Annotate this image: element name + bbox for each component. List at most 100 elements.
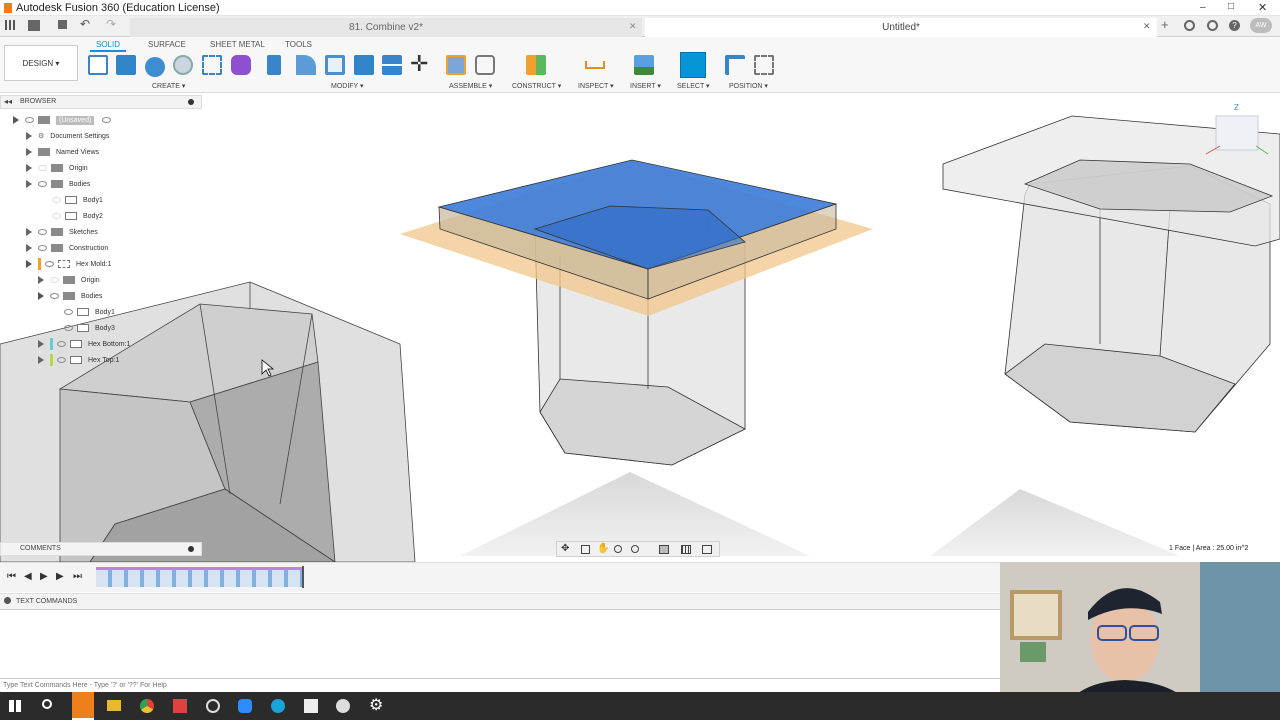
- eye-icon[interactable]: [38, 165, 47, 171]
- eye-icon[interactable]: [57, 341, 66, 347]
- look-at-icon[interactable]: [581, 545, 590, 554]
- create-menu[interactable]: CREATE ▾: [152, 82, 185, 90]
- assemble-menu[interactable]: ASSEMBLE ▾: [449, 82, 492, 90]
- shell-icon[interactable]: [325, 55, 345, 75]
- tree-item[interactable]: Hex Bottom:1: [0, 336, 202, 352]
- tree-item[interactable]: Named Views: [0, 144, 202, 160]
- tree-item[interactable]: Origin: [0, 160, 202, 176]
- pin-icon[interactable]: [188, 546, 194, 552]
- windows-start-icon[interactable]: [9, 700, 21, 712]
- hole-icon[interactable]: [173, 55, 193, 75]
- tree-item[interactable]: Body3: [0, 320, 202, 336]
- play-icon[interactable]: ▶: [40, 571, 48, 582]
- step-forward-icon[interactable]: ▶: [56, 571, 64, 582]
- extrude-icon[interactable]: [116, 55, 136, 75]
- select-menu[interactable]: SELECT ▾: [677, 82, 710, 90]
- hex-prism-right[interactable]: [942, 115, 1280, 433]
- tree-item[interactable]: Hex Mold:1: [0, 256, 202, 272]
- timeline-features[interactable]: [96, 567, 302, 587]
- viewports-icon[interactable]: [702, 545, 712, 554]
- pattern-icon[interactable]: [202, 55, 222, 75]
- eye-icon[interactable]: [38, 229, 47, 235]
- pin-icon[interactable]: [188, 99, 194, 105]
- display-settings-icon[interactable]: [659, 545, 669, 554]
- search-icon[interactable]: [42, 699, 52, 709]
- app-icon[interactable]: [336, 699, 350, 713]
- tree-item[interactable]: Sketches: [0, 224, 202, 240]
- eye-icon[interactable]: [52, 213, 61, 219]
- expand-icon[interactable]: [13, 116, 19, 124]
- maximize-button[interactable]: □: [1228, 1, 1242, 13]
- file-explorer-icon[interactable]: [107, 700, 121, 711]
- fusion-taskbar-icon[interactable]: [72, 692, 94, 720]
- expand-icon[interactable]: [26, 228, 32, 236]
- tree-item[interactable]: Origin: [0, 272, 202, 288]
- tree-item[interactable]: Body1: [0, 304, 202, 320]
- browser-panel-header[interactable]: ◂◂ BROWSER: [0, 95, 202, 109]
- select-tool-button[interactable]: [680, 52, 706, 78]
- tree-item[interactable]: Bodies: [0, 176, 202, 192]
- tab-tools[interactable]: TOOLS: [285, 40, 312, 49]
- capture-position-icon[interactable]: [754, 55, 774, 75]
- insert-menu[interactable]: INSERT ▾: [630, 82, 661, 90]
- app-icon[interactable]: [271, 699, 285, 713]
- expand-icon[interactable]: [38, 292, 44, 300]
- zoom-app-icon[interactable]: [238, 699, 252, 713]
- job-status-icon[interactable]: [1184, 20, 1195, 31]
- go-to-start-icon[interactable]: ⏮: [7, 571, 16, 582]
- eye-icon[interactable]: [52, 197, 61, 203]
- orbit-icon[interactable]: ✥: [561, 543, 569, 554]
- tree-item[interactable]: Construction: [0, 240, 202, 256]
- close-tab-icon[interactable]: ✕: [1143, 21, 1151, 32]
- comments-panel-header[interactable]: COMMENTS: [0, 542, 202, 556]
- pan-icon[interactable]: ✋: [597, 543, 609, 554]
- chrome-icon[interactable]: [140, 699, 154, 713]
- expand-icon[interactable]: [26, 260, 32, 268]
- inspect-menu[interactable]: INSPECT ▾: [578, 82, 614, 90]
- joint-icon[interactable]: [475, 55, 495, 75]
- activate-radio-icon[interactable]: [102, 117, 112, 123]
- minimize-button[interactable]: –: [1200, 2, 1214, 14]
- expand-icon[interactable]: [38, 340, 44, 348]
- step-back-icon[interactable]: ◀: [24, 571, 32, 582]
- move-icon[interactable]: ✛: [410, 51, 428, 77]
- notifications-icon[interactable]: [1207, 20, 1218, 31]
- tab-solid[interactable]: SOLID: [96, 40, 120, 49]
- app-icon[interactable]: [173, 699, 187, 713]
- app-icon[interactable]: [206, 699, 220, 713]
- new-component-icon[interactable]: [446, 55, 466, 75]
- expand-icon[interactable]: [38, 356, 44, 364]
- timeline-marker[interactable]: [302, 566, 304, 588]
- eye-icon[interactable]: [50, 277, 59, 283]
- create-sketch-icon[interactable]: [88, 55, 108, 75]
- combine-icon[interactable]: [354, 55, 374, 75]
- undo-icon[interactable]: ↶: [80, 17, 90, 31]
- workspace-switcher[interactable]: DESIGN ▾: [4, 45, 78, 81]
- tab-surface[interactable]: SURFACE: [148, 40, 186, 49]
- eye-icon[interactable]: [64, 325, 73, 331]
- app-icon[interactable]: [304, 699, 318, 713]
- hex-top-plate[interactable]: [437, 159, 838, 300]
- expand-icon[interactable]: [26, 180, 32, 188]
- expand-icon[interactable]: [26, 164, 32, 172]
- zoom-icon[interactable]: [614, 545, 622, 553]
- tree-item[interactable]: Body2: [0, 208, 202, 224]
- help-icon[interactable]: ?: [1229, 20, 1240, 31]
- go-to-end-icon[interactable]: ⏭: [73, 571, 82, 582]
- tree-item[interactable]: Bodies: [0, 288, 202, 304]
- doc-tab-combine[interactable]: 81. Combine v2*: [130, 18, 642, 37]
- file-menu-button[interactable]: [28, 20, 40, 31]
- redo-icon[interactable]: ↷: [106, 17, 116, 31]
- eye-icon[interactable]: [38, 181, 47, 187]
- tree-item[interactable]: ⚙ Document Settings: [0, 128, 202, 144]
- press-pull-icon[interactable]: [267, 55, 281, 75]
- save-icon[interactable]: [58, 20, 67, 29]
- expand-icon[interactable]: [26, 148, 32, 156]
- eye-icon[interactable]: [64, 309, 73, 315]
- split-body-icon[interactable]: [382, 55, 402, 75]
- create-form-icon[interactable]: [231, 55, 251, 75]
- offset-plane-icon[interactable]: [526, 55, 546, 75]
- fit-icon[interactable]: [631, 545, 639, 553]
- tree-root[interactable]: (Unsaved): [0, 112, 202, 128]
- modify-menu[interactable]: MODIFY ▾: [331, 82, 364, 90]
